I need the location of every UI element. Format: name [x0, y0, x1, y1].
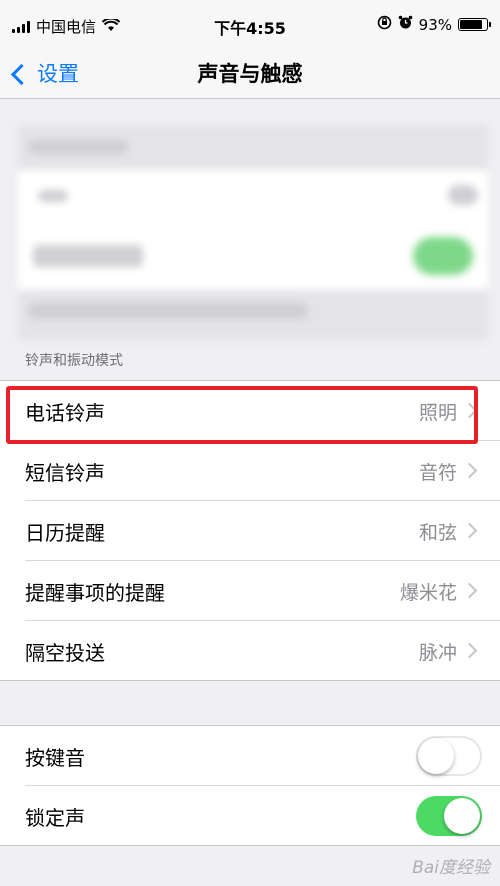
list-item[interactable]: 隔空投送 脉冲 [25, 621, 500, 680]
page-title: 声音与触感 [197, 62, 303, 86]
item-value: 和弦 [418, 522, 457, 544]
toggle-label: 锁定声 [25, 806, 85, 830]
alarm-icon [398, 15, 413, 34]
item-value: 脉冲 [418, 642, 457, 664]
highlight-box [6, 386, 478, 444]
chevron-right-icon [461, 582, 478, 599]
item-label: 隔空投送 [25, 641, 105, 665]
item-value: 爆米花 [399, 582, 457, 604]
chevron-right-icon [461, 642, 478, 659]
status-bar: 中国电信 下午4:55 93% [0, 0, 500, 50]
list-item[interactable]: 短信铃声 音符 [25, 441, 500, 501]
toggle-knob [418, 738, 454, 774]
toggle-row: 按键音 [25, 726, 500, 786]
item-label: 提醒事项的提醒 [25, 581, 165, 605]
watermark: Bai度经验 [412, 858, 490, 878]
list-item[interactable]: 日历提醒 和弦 [25, 501, 500, 561]
battery-percent: 93% [418, 15, 452, 34]
list-item[interactable]: 提醒事项的提醒 爆米花 [25, 561, 500, 621]
toggle-knob [444, 798, 480, 834]
status-right: 93% [377, 15, 491, 34]
keyboard-clicks-toggle[interactable] [416, 736, 482, 776]
lock-sound-toggle[interactable] [416, 796, 482, 836]
item-value: 音符 [418, 462, 457, 484]
toggle-row: 锁定声 [25, 786, 500, 845]
toggle-list: 按键音 锁定声 [0, 725, 500, 846]
blurred-content [18, 125, 488, 340]
battery-icon [458, 18, 491, 31]
chevron-right-icon [461, 462, 478, 479]
toggle-label: 按键音 [25, 746, 85, 770]
chevron-right-icon [461, 522, 478, 539]
section-header: 铃声和振动模式 [25, 353, 123, 369]
item-label: 短信铃声 [25, 461, 105, 485]
navigation-bar: 设置 声音与触感 [0, 50, 500, 99]
orientation-lock-icon [377, 15, 392, 34]
item-label: 日历提醒 [25, 521, 105, 545]
